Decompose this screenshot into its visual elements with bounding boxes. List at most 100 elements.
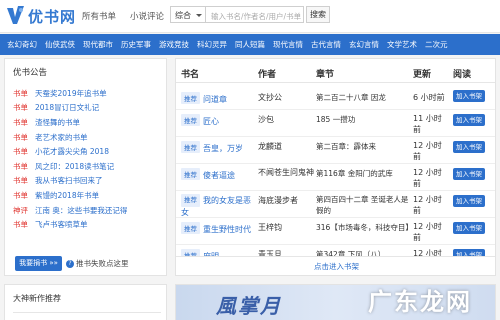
nav-item-scifi[interactable]: 科幻灵异 (197, 39, 227, 50)
header-chapter: 章节 (316, 70, 335, 80)
site-logo[interactable]: 优书网 (4, 4, 78, 28)
list-item[interactable]: 神评 江南 奥：这些书要我还记得 (13, 203, 163, 218)
author-name[interactable]: 沙包 (258, 114, 274, 125)
author-name[interactable]: 王梓钧 (258, 222, 282, 233)
book-title-cell: 推荐 匠心 (181, 114, 219, 127)
header-title: 书名 (181, 70, 200, 80)
add-to-shelf-button[interactable]: 加入书架 (453, 114, 485, 126)
book-title-cell: 推荐 问道章 (181, 92, 227, 105)
nav-item-history[interactable]: 历史军事 (121, 39, 151, 50)
book-title-link[interactable]: 问道章 (203, 95, 227, 104)
latest-chapter[interactable]: 第二百二十八章 因龙 (316, 92, 408, 103)
nav-item-modern-romance[interactable]: 现代言情 (273, 39, 303, 50)
notice-link[interactable]: 小花才露尖尖角 2018 (35, 146, 109, 157)
list-item[interactable]: 书单 老艺术家的书单 (13, 130, 163, 145)
donate-book-button[interactable]: 我要捐书 »» (15, 256, 62, 271)
nav-item-xuanhuan[interactable]: 玄幻奇幻 (7, 39, 37, 50)
update-time: 12 小时前 (413, 222, 442, 242)
search-category-select[interactable]: 综合 (170, 6, 206, 23)
logo-text: 优书网 (28, 8, 77, 26)
add-to-shelf-button[interactable]: 加入书架 (453, 90, 485, 102)
notice-link[interactable]: 老艺术家的书单 (35, 132, 88, 143)
book-title-link[interactable]: 吾皇，万岁 (203, 144, 243, 153)
add-to-shelf-button[interactable]: 加入书架 (453, 222, 485, 234)
list-item[interactable]: 书单 紫馒的2018年书单 (13, 188, 163, 203)
add-to-shelf-button[interactable]: 加入书架 (453, 168, 485, 180)
notice-link[interactable]: 江南 奥：这些书要我还记得 (35, 205, 127, 216)
author-name[interactable]: 海底漫步者 (258, 195, 298, 206)
latest-chapter[interactable]: 316【市场毒冬，科技夺目】 (316, 222, 410, 233)
book-title-cell: 推荐 我的女友是恶女 (181, 194, 257, 218)
book-title-cell: 推荐 吾皇，万岁 (181, 141, 243, 154)
update-time: 11 小时前 (413, 114, 442, 134)
announcements-panel: 优书公告 书单 天蚕奖2019年追书单 书单 2018冒订日文礼记 书单 渣怪舞的书单… (4, 58, 167, 276)
list-item[interactable]: 书单 小花才露尖尖角 2018 (13, 144, 163, 159)
list-item[interactable]: 书单 天蚕奖2019年追书单 (13, 86, 163, 101)
update-time: 12 小时前 (413, 168, 442, 188)
update-time: 12 小时前 (413, 141, 442, 161)
recommend-badge: 推荐 (181, 114, 200, 126)
notice-tag: 书单 (13, 161, 28, 171)
nav-item-urban[interactable]: 现代都市 (83, 39, 113, 50)
list-item[interactable]: 书单 飞卢书客喷草单 (13, 217, 163, 232)
featured-authors-title: 大神新作推荐 (13, 294, 61, 303)
recommend-badge: 推荐 (181, 141, 200, 153)
table-row: 推荐 重生野性时代 王梓钧 316【市场毒冬，科技夺目】 12 小时前 加入书架 (176, 218, 495, 245)
notice-link[interactable]: 紫馒的2018年书单 (35, 190, 99, 201)
list-item[interactable]: 书单 2018冒订日文礼记 (13, 101, 163, 116)
banner-title: 風掌月 (216, 294, 282, 318)
add-to-shelf-button[interactable]: 加入书架 (453, 195, 485, 207)
nav-item-acg[interactable]: 二次元 (425, 39, 448, 50)
enter-bookshelf-link[interactable]: 点击进入书架 (176, 256, 495, 275)
author-name[interactable]: 不闻苍生问鬼神 (258, 167, 314, 178)
recommend-badge: 推荐 (181, 168, 200, 180)
list-item[interactable]: 书单 风之印：2018读书笔记 (13, 159, 163, 174)
top-links: 所有书单 小说评论 (82, 10, 164, 22)
nav-item-fanfic[interactable]: 同人短篇 (235, 39, 265, 50)
header-read: 阅读 (453, 70, 472, 80)
book-title-link[interactable]: 匠心 (203, 117, 219, 126)
book-title-link[interactable]: 重生野性时代 (203, 225, 251, 234)
add-to-shelf-button[interactable]: 加入书架 (453, 141, 485, 153)
featured-authors-panel: 大神新作推荐 (4, 284, 167, 320)
table-row: 推荐 傻者逼途 不闻苍生问鬼神 第116章 金阳门的武库 12 小时前 加入书架 (176, 164, 495, 191)
latest-chapter[interactable]: 185 一攒功 (316, 114, 408, 125)
category-nav: 玄幻奇幻 仙侠武侠 现代都市 历史军事 游戏竞技 科幻灵异 同人短篇 现代言情 … (0, 34, 500, 55)
notice-tag: 书单 (13, 220, 28, 230)
nav-item-xianxia[interactable]: 仙侠武侠 (45, 39, 75, 50)
notice-link[interactable]: 飞卢书客喷草单 (35, 219, 88, 230)
notice-link[interactable]: 天蚕奖2019年追书单 (35, 88, 107, 99)
update-time: 6 小时前 (413, 93, 445, 102)
header-author: 作者 (258, 70, 277, 80)
nav-item-ancient-romance[interactable]: 古代言情 (311, 39, 341, 50)
recommend-badge: 推荐 (181, 92, 200, 104)
book-title-link[interactable]: 傻者逼途 (203, 171, 235, 180)
logo-icon (7, 6, 24, 24)
search-category-value: 综合 (175, 11, 191, 20)
nav-item-literature[interactable]: 文学艺术 (387, 39, 417, 50)
latest-chapter[interactable]: 第二百章：霹体来 (316, 141, 408, 152)
question-icon: ? (66, 259, 74, 268)
notice-link[interactable]: 2018冒订日文礼记 (35, 102, 99, 113)
notice-link[interactable]: 我从书客扫书回来了 (35, 175, 103, 186)
author-name[interactable]: 文抄公 (258, 92, 282, 103)
latest-chapter[interactable]: 第四百四十二章 圣诞老人是假的 (316, 194, 410, 216)
divider (13, 312, 161, 313)
search-input[interactable]: 输入书名/作者名/用户/书单 (206, 6, 304, 23)
notice-link[interactable]: 风之印：2018读书笔记 (35, 161, 114, 172)
latest-chapter[interactable]: 第116章 金阳门的武库 (316, 168, 408, 179)
notice-link[interactable]: 渣怪舞的书单 (35, 117, 80, 128)
notice-tag: 书单 (13, 117, 28, 127)
list-item[interactable]: 书单 我从书客扫书回来了 (13, 174, 163, 189)
nav-item-fantasy-romance[interactable]: 玄幻言情 (349, 39, 379, 50)
list-item[interactable]: 书单 渣怪舞的书单 (13, 115, 163, 130)
link-novel-reviews[interactable]: 小说评论 (130, 10, 164, 22)
link-all-booklists[interactable]: 所有书单 (82, 10, 116, 22)
search-button[interactable]: 搜索 (306, 6, 330, 23)
notice-tag: 书单 (13, 147, 28, 157)
notice-tag: 神评 (13, 205, 28, 215)
book-title-cell: 推荐 重生野性时代 (181, 222, 251, 235)
author-name[interactable]: 龙麟道 (258, 141, 282, 152)
nav-item-games[interactable]: 游戏竞技 (159, 39, 189, 50)
help-link[interactable]: ? 推书失败点这里 (66, 258, 129, 269)
